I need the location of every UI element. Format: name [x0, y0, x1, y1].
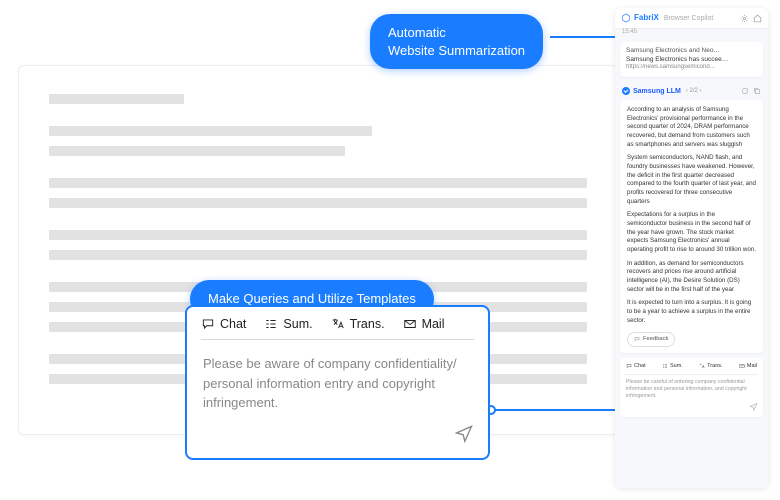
- brand-hex-icon: [621, 13, 631, 23]
- translate-icon: [331, 317, 345, 331]
- answer-paragraph: It is expected to turn into a surplus. I…: [627, 299, 756, 325]
- feedback-label: Feedback: [643, 335, 668, 343]
- source-card[interactable]: Samsung Electronics and Neo… Samsung Ele…: [620, 42, 763, 77]
- list-icon: [662, 363, 668, 369]
- answer-header: Samsung LLM ‹ 2/2 ›: [622, 87, 761, 96]
- list-icon: [264, 317, 278, 331]
- card-title: Samsung Electronics and Neo…: [626, 47, 757, 55]
- send-button[interactable]: [625, 402, 758, 414]
- copilot-input-panel: Chat Sum. Trans. Mail Please be careful …: [620, 358, 763, 417]
- query-panel: Chat Sum. Trans. Mail Please be aware of…: [185, 305, 490, 460]
- chat-icon: [634, 336, 640, 342]
- feedback-button[interactable]: Feedback: [627, 332, 675, 346]
- placeholder-line: [49, 126, 372, 136]
- tab-sum[interactable]: Sum.: [662, 363, 683, 370]
- check-icon: [622, 87, 630, 95]
- tab-label: Mail: [422, 317, 445, 331]
- tab-label: Sum.: [283, 317, 312, 331]
- card-url: https://news.samsungsemicond…: [626, 64, 757, 72]
- llm-answer: Samsung LLM ‹ 2/2 › According to an anal…: [620, 83, 763, 353]
- answer-nav[interactable]: ‹ 2/2 ›: [686, 88, 702, 96]
- translate-icon: [699, 363, 705, 369]
- copilot-header: FabriX Browser Copilot: [615, 8, 768, 29]
- copilot-sidebar: FabriX Browser Copilot 15:45 Samsung Ele…: [615, 8, 768, 488]
- input-tabs: Chat Sum. Trans. Mail: [625, 362, 758, 375]
- placeholder-line: [49, 230, 587, 240]
- brand-name: FabriX: [634, 13, 659, 23]
- tab-chat[interactable]: Chat: [626, 363, 646, 370]
- refresh-icon[interactable]: [741, 87, 749, 95]
- chat-icon: [626, 363, 632, 369]
- send-icon: [749, 402, 758, 411]
- card-subtitle: Samsung Electronics has succee…: [626, 56, 757, 64]
- query-prompt[interactable]: Please be aware of company confidentiali…: [201, 340, 474, 417]
- tab-label: Chat: [634, 363, 646, 370]
- tab-trans[interactable]: Trans.: [699, 363, 722, 370]
- tab-mail[interactable]: Mail: [739, 363, 757, 370]
- tab-label: Chat: [220, 317, 246, 331]
- mail-icon: [403, 317, 417, 331]
- placeholder-line: [49, 146, 345, 156]
- tab-label: Mail: [747, 363, 757, 370]
- timestamp: 15:45: [622, 29, 768, 37]
- send-button[interactable]: [201, 423, 474, 448]
- query-tabs: Chat Sum. Trans. Mail: [201, 317, 474, 340]
- input-placeholder[interactable]: Please be careful of entering company co…: [625, 375, 758, 402]
- tab-label: Trans.: [707, 363, 722, 370]
- placeholder-line: [49, 250, 587, 260]
- copilot-brand: FabriX Browser Copilot: [621, 13, 713, 23]
- placeholder-line: [49, 94, 184, 104]
- answer-paragraph: System semiconductors, NAND flash, and f…: [627, 154, 756, 206]
- answer-paragraph: According to an analysis of Samsung Elec…: [627, 106, 756, 149]
- tab-label: Sum.: [670, 363, 683, 370]
- mail-icon: [739, 363, 745, 369]
- brand-subtitle: Browser Copilot: [664, 14, 713, 23]
- tab-chat[interactable]: Chat: [201, 317, 246, 331]
- placeholder-line: [49, 198, 587, 208]
- answer-paragraph: Expectations for a surplus in the semico…: [627, 211, 756, 254]
- send-icon: [454, 423, 474, 443]
- callout-auto-summarization: Automatic Website Summarization: [370, 14, 543, 69]
- connector-line: [490, 409, 620, 411]
- copy-icon[interactable]: [753, 87, 761, 95]
- tab-mail[interactable]: Mail: [403, 317, 445, 331]
- placeholder-line: [49, 178, 587, 188]
- callout-line: Automatic: [388, 24, 525, 42]
- tab-label: Trans.: [350, 317, 385, 331]
- settings-icon[interactable]: [740, 14, 749, 23]
- answer-paragraph: In addition, as demand for semiconductor…: [627, 260, 756, 295]
- chat-icon: [201, 317, 215, 331]
- callout-line: Website Summarization: [388, 42, 525, 60]
- llm-label: Samsung LLM: [633, 87, 681, 96]
- tab-sum[interactable]: Sum.: [264, 317, 312, 331]
- answer-body: According to an analysis of Samsung Elec…: [620, 100, 763, 353]
- connector-line: [550, 36, 622, 38]
- tab-trans[interactable]: Trans.: [331, 317, 385, 331]
- home-icon[interactable]: [753, 14, 762, 23]
